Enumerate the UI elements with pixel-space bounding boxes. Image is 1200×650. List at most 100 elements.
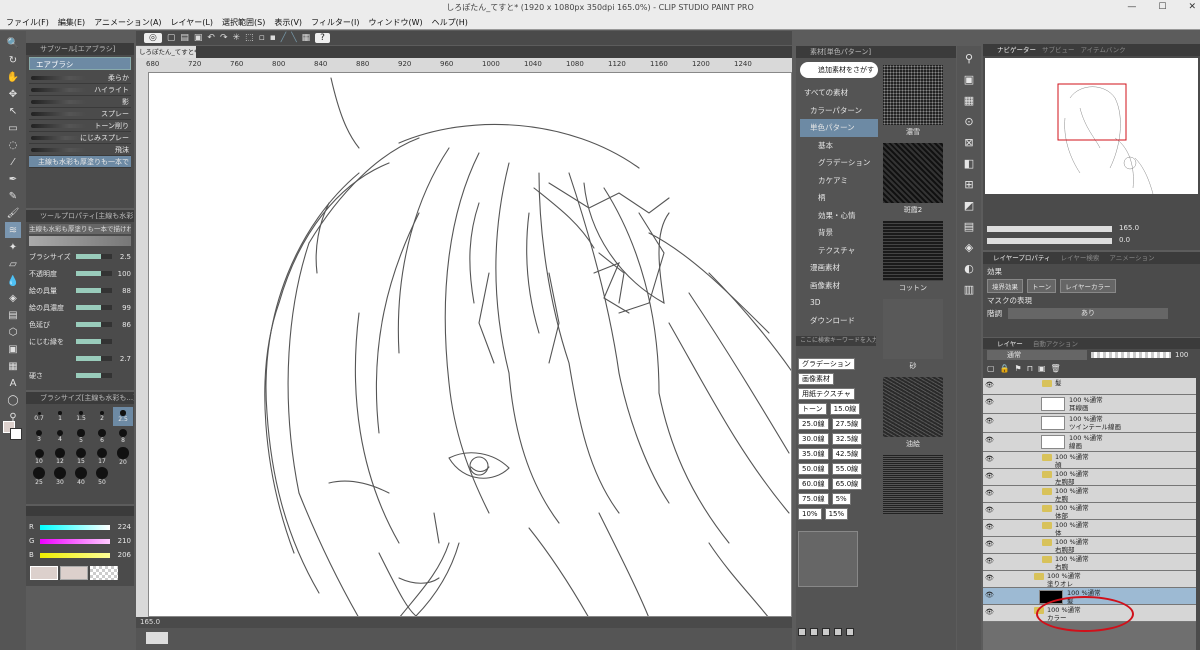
decoration-icon[interactable]: ✦ (5, 239, 21, 255)
rotate-slider[interactable] (987, 238, 1112, 244)
airbrush-icon[interactable]: ≋ (5, 222, 21, 238)
property-slider[interactable] (76, 271, 112, 276)
brush-size-cell[interactable]: 40 (71, 467, 91, 486)
layer-row[interactable]: 👁 100 %通常 体部 (983, 503, 1196, 520)
rotate-icon[interactable]: ↻ (5, 52, 21, 68)
select-rect-icon[interactable]: ▭ (5, 120, 21, 136)
list-view-icon[interactable] (798, 628, 806, 636)
new-layer-icon[interactable]: ▣ (1038, 364, 1046, 373)
visibility-eye-icon[interactable]: 👁 (985, 574, 994, 582)
visibility-eye-icon[interactable]: 👁 (985, 381, 994, 389)
minimize-icon[interactable]: — (1127, 2, 1136, 12)
snap-ruler-icon[interactable]: ╱ (281, 33, 286, 43)
property-row[interactable]: にじむ縁を (29, 333, 131, 350)
transform-icon[interactable]: ⬚ (245, 33, 254, 43)
ref-layer-icon[interactable]: ⚑ (1015, 364, 1022, 373)
visibility-eye-icon[interactable]: 👁 (985, 523, 994, 531)
property-slider[interactable] (76, 373, 112, 378)
pen-icon[interactable]: ✒ (5, 171, 21, 187)
close-icon[interactable]: ✕ (1188, 2, 1196, 12)
material-tree-item[interactable]: グラデーション (800, 154, 878, 172)
layer-search-icon[interactable]: ⊞ (964, 178, 973, 191)
property-row[interactable]: 絵の具濃度 99 (29, 299, 131, 316)
opacity-slider[interactable] (1091, 352, 1171, 358)
property-slider[interactable] (76, 254, 112, 259)
property-row[interactable]: 絵の具量 88 (29, 282, 131, 299)
material-thumbnail[interactable]: 油絵 (880, 374, 946, 452)
blend-mode-select[interactable]: 通常 (987, 350, 1087, 360)
material-tag[interactable]: 10% (798, 508, 822, 520)
menu-item[interactable]: アニメーション(A) (94, 16, 161, 29)
paste-material-icon[interactable] (834, 628, 842, 636)
brush-size-cell[interactable]: 30 (50, 467, 70, 486)
effect-button[interactable]: レイヤーカラー (1060, 279, 1116, 293)
panel-tab[interactable]: サブビュー (1042, 44, 1075, 56)
material-tree-item[interactable]: カラーパターン (800, 102, 878, 120)
material-tree-item[interactable]: 背景 (800, 224, 878, 242)
subtool-item[interactable]: ハイライト (29, 84, 131, 96)
material-thumbnail[interactable]: コットン (880, 218, 946, 296)
pencil-icon[interactable]: ✎ (5, 188, 21, 204)
hand-icon[interactable]: ✋ (5, 69, 21, 85)
visibility-eye-icon[interactable]: 👁 (985, 398, 994, 406)
eraser-icon[interactable]: ▱ (5, 256, 21, 272)
sub-color-box[interactable] (60, 566, 88, 580)
panel-tab[interactable]: レイヤー検索 (1061, 252, 1100, 264)
menu-item[interactable]: ヘルプ(H) (432, 16, 468, 29)
text-icon[interactable]: A (5, 375, 21, 391)
material-tag[interactable]: 60.0線 (798, 478, 829, 490)
property-slider[interactable] (76, 356, 112, 361)
layer-row[interactable]: 👁 100 %通常 耳線画 (983, 395, 1196, 414)
layer-row[interactable]: 👁 髪 (983, 378, 1196, 395)
frame-icon[interactable]: ▣ (5, 341, 21, 357)
panel-tab[interactable]: アニメーション (1109, 252, 1154, 264)
transparent-color-box[interactable] (90, 566, 118, 580)
color-slider-row[interactable]: B 206 (29, 548, 131, 562)
snap-grid-icon[interactable]: ▦ (302, 33, 311, 43)
property-row[interactable]: 不透明度 100 (29, 265, 131, 282)
sub-view-icon[interactable]: ▣ (964, 73, 974, 86)
brush-size-cell[interactable]: 5 (71, 427, 91, 446)
visibility-eye-icon[interactable]: 👁 (985, 472, 994, 480)
subtool-item[interactable]: にじみスプレー (29, 132, 131, 144)
menu-item[interactable]: ウィンドウ(W) (369, 16, 423, 29)
layer-row[interactable]: 👁 100 %通常 右腕部 (983, 537, 1196, 554)
brush-size-cell[interactable]: 20 (113, 447, 133, 466)
quick-access-icon[interactable]: ◩ (964, 199, 974, 212)
deselect-icon[interactable]: ▫ (259, 33, 265, 43)
clear-icon[interactable]: ✳ (233, 33, 241, 43)
figure-icon[interactable]: ⬡ (5, 324, 21, 340)
effect-button[interactable]: 境界効果 (987, 279, 1023, 293)
info-icon[interactable]: ◈ (965, 241, 973, 254)
material-thumbnail[interactable]: 濃雪 (880, 62, 946, 140)
brush-size-cell[interactable]: 2 (92, 407, 112, 426)
material-tag[interactable]: 5% (831, 493, 851, 505)
brush-size-cell[interactable]: 1 (50, 407, 70, 426)
balloon-icon[interactable]: ◯ (5, 392, 21, 408)
help-icon[interactable]: ? (315, 33, 330, 43)
brush-size-cell[interactable]: 25 (29, 467, 49, 486)
clip-icon[interactable]: ⊓ (1027, 364, 1033, 373)
color-channel-bar[interactable] (40, 538, 110, 544)
visibility-eye-icon[interactable]: 👁 (985, 436, 994, 444)
material-tree-item[interactable]: 画像素材 (800, 277, 878, 295)
brush-size-cell[interactable]: 10 (29, 447, 49, 466)
brush-size-cell[interactable]: 4 (50, 427, 70, 446)
selection-icon[interactable]: ▪ (270, 33, 276, 43)
large-thumb-icon[interactable] (822, 628, 830, 636)
material-thumbnail[interactable]: 砂 (880, 296, 946, 374)
brush-size-cell[interactable]: 17 (92, 447, 112, 466)
panel-tab[interactable]: 自動アクション (1033, 338, 1078, 349)
material-tree-item[interactable]: 漫画素材 (800, 259, 878, 277)
navigator-preview[interactable] (985, 58, 1198, 195)
brush-size-cell[interactable]: 15 (71, 447, 91, 466)
material-tree-item[interactable]: 効果・心情 (800, 207, 878, 225)
brush-size-cell[interactable]: 6 (92, 427, 112, 446)
layer-color-icon[interactable]: ▢ (987, 364, 995, 373)
panel-tab[interactable]: アイテムバンク (1081, 44, 1126, 56)
material-tree-item[interactable]: 単色パターン (800, 119, 878, 137)
material-tag[interactable]: 32.5線 (831, 433, 863, 445)
property-row[interactable]: 色延び 86 (29, 316, 131, 333)
ruler-icon[interactable]: ▦ (5, 358, 21, 374)
material-tag[interactable]: 15.0線 (829, 403, 861, 415)
